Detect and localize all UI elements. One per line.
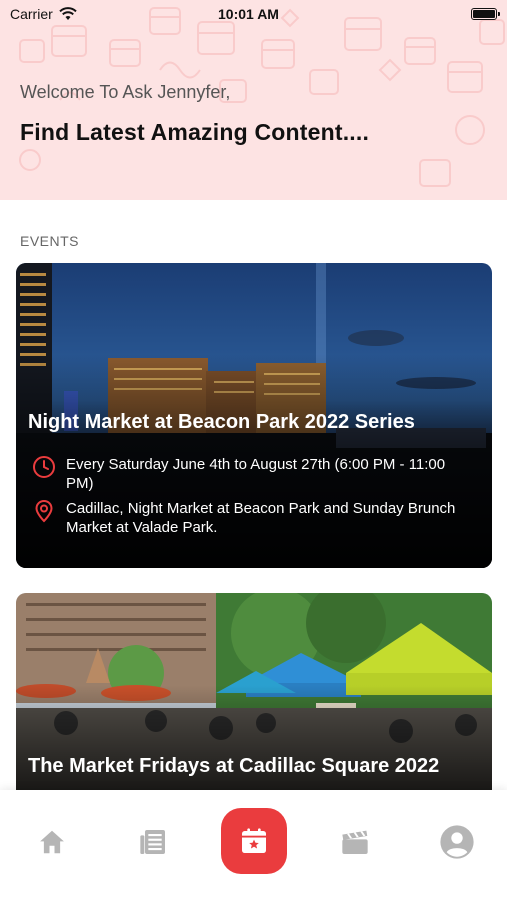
- event-title: The Market Fridays at Cadillac Square 20…: [28, 755, 440, 777]
- wifi-icon: [59, 7, 77, 20]
- event-schedule-text: Every Saturday June 4th to August 27th (…: [66, 456, 446, 492]
- news-icon: [140, 830, 165, 854]
- header-banner: Carrier 10:01 AM Welcome To Ask Jennyfer…: [0, 0, 507, 200]
- status-bar: Carrier 10:01 AM: [0, 0, 507, 28]
- tab-news[interactable]: [133, 822, 173, 862]
- status-time: 10:01 AM: [218, 6, 279, 22]
- event-schedule-row: Every Saturday June 4th to August 27th (…: [32, 455, 472, 493]
- profile-icon: [440, 825, 474, 859]
- event-location-row: Cadillac, Night Market at Beacon Park an…: [32, 499, 472, 537]
- event-card[interactable]: Night Market at Beacon Park 2022 Series …: [16, 263, 492, 568]
- bottom-tab-bar: [0, 790, 507, 900]
- tab-profile[interactable]: [437, 822, 477, 862]
- tagline-heading: Find Latest Amazing Content....: [20, 119, 370, 145]
- event-location-text: Cadillac, Night Market at Beacon Park an…: [66, 500, 456, 536]
- calendar-icon: [242, 828, 266, 853]
- events-section-label: EVENTS: [20, 233, 80, 249]
- tab-videos[interactable]: [335, 822, 375, 862]
- location-pin-icon: [35, 499, 53, 523]
- home-icon: [40, 830, 64, 854]
- event-card[interactable]: The Market Fridays at Cadillac Square 20…: [16, 593, 492, 798]
- event-title: Night Market at Beacon Park 2022 Series: [28, 411, 415, 433]
- battery-icon: [471, 8, 500, 20]
- tab-home[interactable]: [32, 822, 72, 862]
- clock-icon: [33, 456, 55, 478]
- clapperboard-icon: [342, 830, 368, 854]
- carrier-label: Carrier: [10, 6, 53, 22]
- tab-events[interactable]: [221, 808, 287, 874]
- welcome-text: Welcome To Ask Jennyfer,: [20, 82, 231, 102]
